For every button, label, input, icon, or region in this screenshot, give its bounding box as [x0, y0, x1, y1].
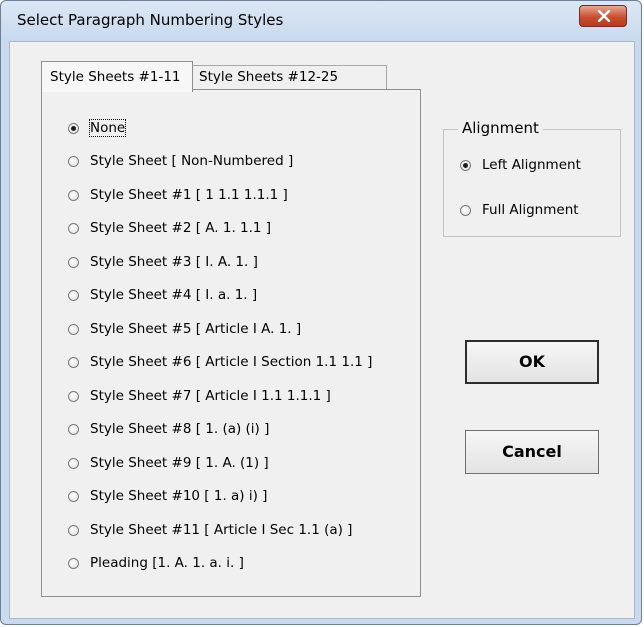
ok-button[interactable]: OK	[465, 340, 599, 384]
radio-button[interactable]	[460, 205, 471, 216]
radio-button[interactable]	[68, 190, 79, 201]
alignment-group: Alignment Left Alignment Full Alignment	[443, 119, 621, 237]
title-bar: Select Paragraph Numbering Styles	[1, 1, 641, 41]
option-label: Style Sheet #6 [ Article I Section 1.1 1…	[90, 354, 373, 370]
option-label: Style Sheet #7 [ Article I 1.1 1.1.1 ]	[90, 388, 331, 404]
radio-button[interactable]	[68, 290, 79, 301]
option-label: Style Sheet #1 [ 1 1.1 1.1.1 ]	[90, 187, 288, 203]
radio-button[interactable]	[68, 491, 79, 502]
radio-button[interactable]	[68, 357, 79, 368]
option-label: Style Sheet #2 [ A. 1. 1.1 ]	[90, 220, 272, 236]
option-label: Style Sheet #4 [ I. a. 1. ]	[90, 287, 258, 303]
option-label: Style Sheet #11 [ Article I Sec 1.1 (a) …	[90, 522, 353, 538]
option-label: Full Alignment	[482, 202, 579, 218]
radio-button[interactable]	[68, 558, 79, 569]
radio-button[interactable]	[68, 391, 79, 402]
radio-button[interactable]	[68, 458, 79, 469]
radio-button[interactable]	[460, 160, 471, 171]
alignment-legend: Alignment	[458, 119, 543, 137]
option-label: Style Sheet #3 [ I. A. 1. ]	[90, 254, 258, 270]
dialog-window: Select Paragraph Numbering Styles Style …	[0, 0, 642, 625]
radio-button[interactable]	[68, 257, 79, 268]
option-label: Style Sheet #8 [ 1. (a) (i) ]	[90, 421, 270, 437]
radio-button[interactable]	[68, 525, 79, 536]
window-title: Select Paragraph Numbering Styles	[17, 11, 284, 29]
radio-button[interactable]	[68, 156, 79, 167]
tab-panel: None Style Sheet [ Non-Numbered ] Style …	[41, 89, 421, 597]
option-label: Pleading [1. A. 1. a. i. ]	[90, 555, 244, 571]
option-label: Left Alignment	[482, 157, 581, 173]
radio-button[interactable]	[68, 223, 79, 234]
close-icon	[597, 10, 611, 22]
option-label: Style Sheet #9 [ 1. A. (1) ]	[90, 455, 269, 471]
radio-button[interactable]	[68, 123, 79, 134]
option-label: Style Sheet [ Non-Numbered ]	[90, 153, 294, 169]
radio-button[interactable]	[68, 324, 79, 335]
radio-button[interactable]	[68, 424, 79, 435]
close-button[interactable]	[579, 5, 627, 27]
tab-style-sheets-12-25[interactable]: Style Sheets #12-25	[193, 65, 387, 89]
option-label: Style Sheet #10 [ 1. a) i) ]	[90, 488, 268, 504]
option-label: None	[88, 119, 127, 137]
option-label: Style Sheet #5 [ Article I A. 1. ]	[90, 321, 302, 337]
tab-style-sheets-1-11[interactable]: Style Sheets #1-11	[41, 61, 193, 92]
cancel-button[interactable]: Cancel	[465, 430, 599, 474]
